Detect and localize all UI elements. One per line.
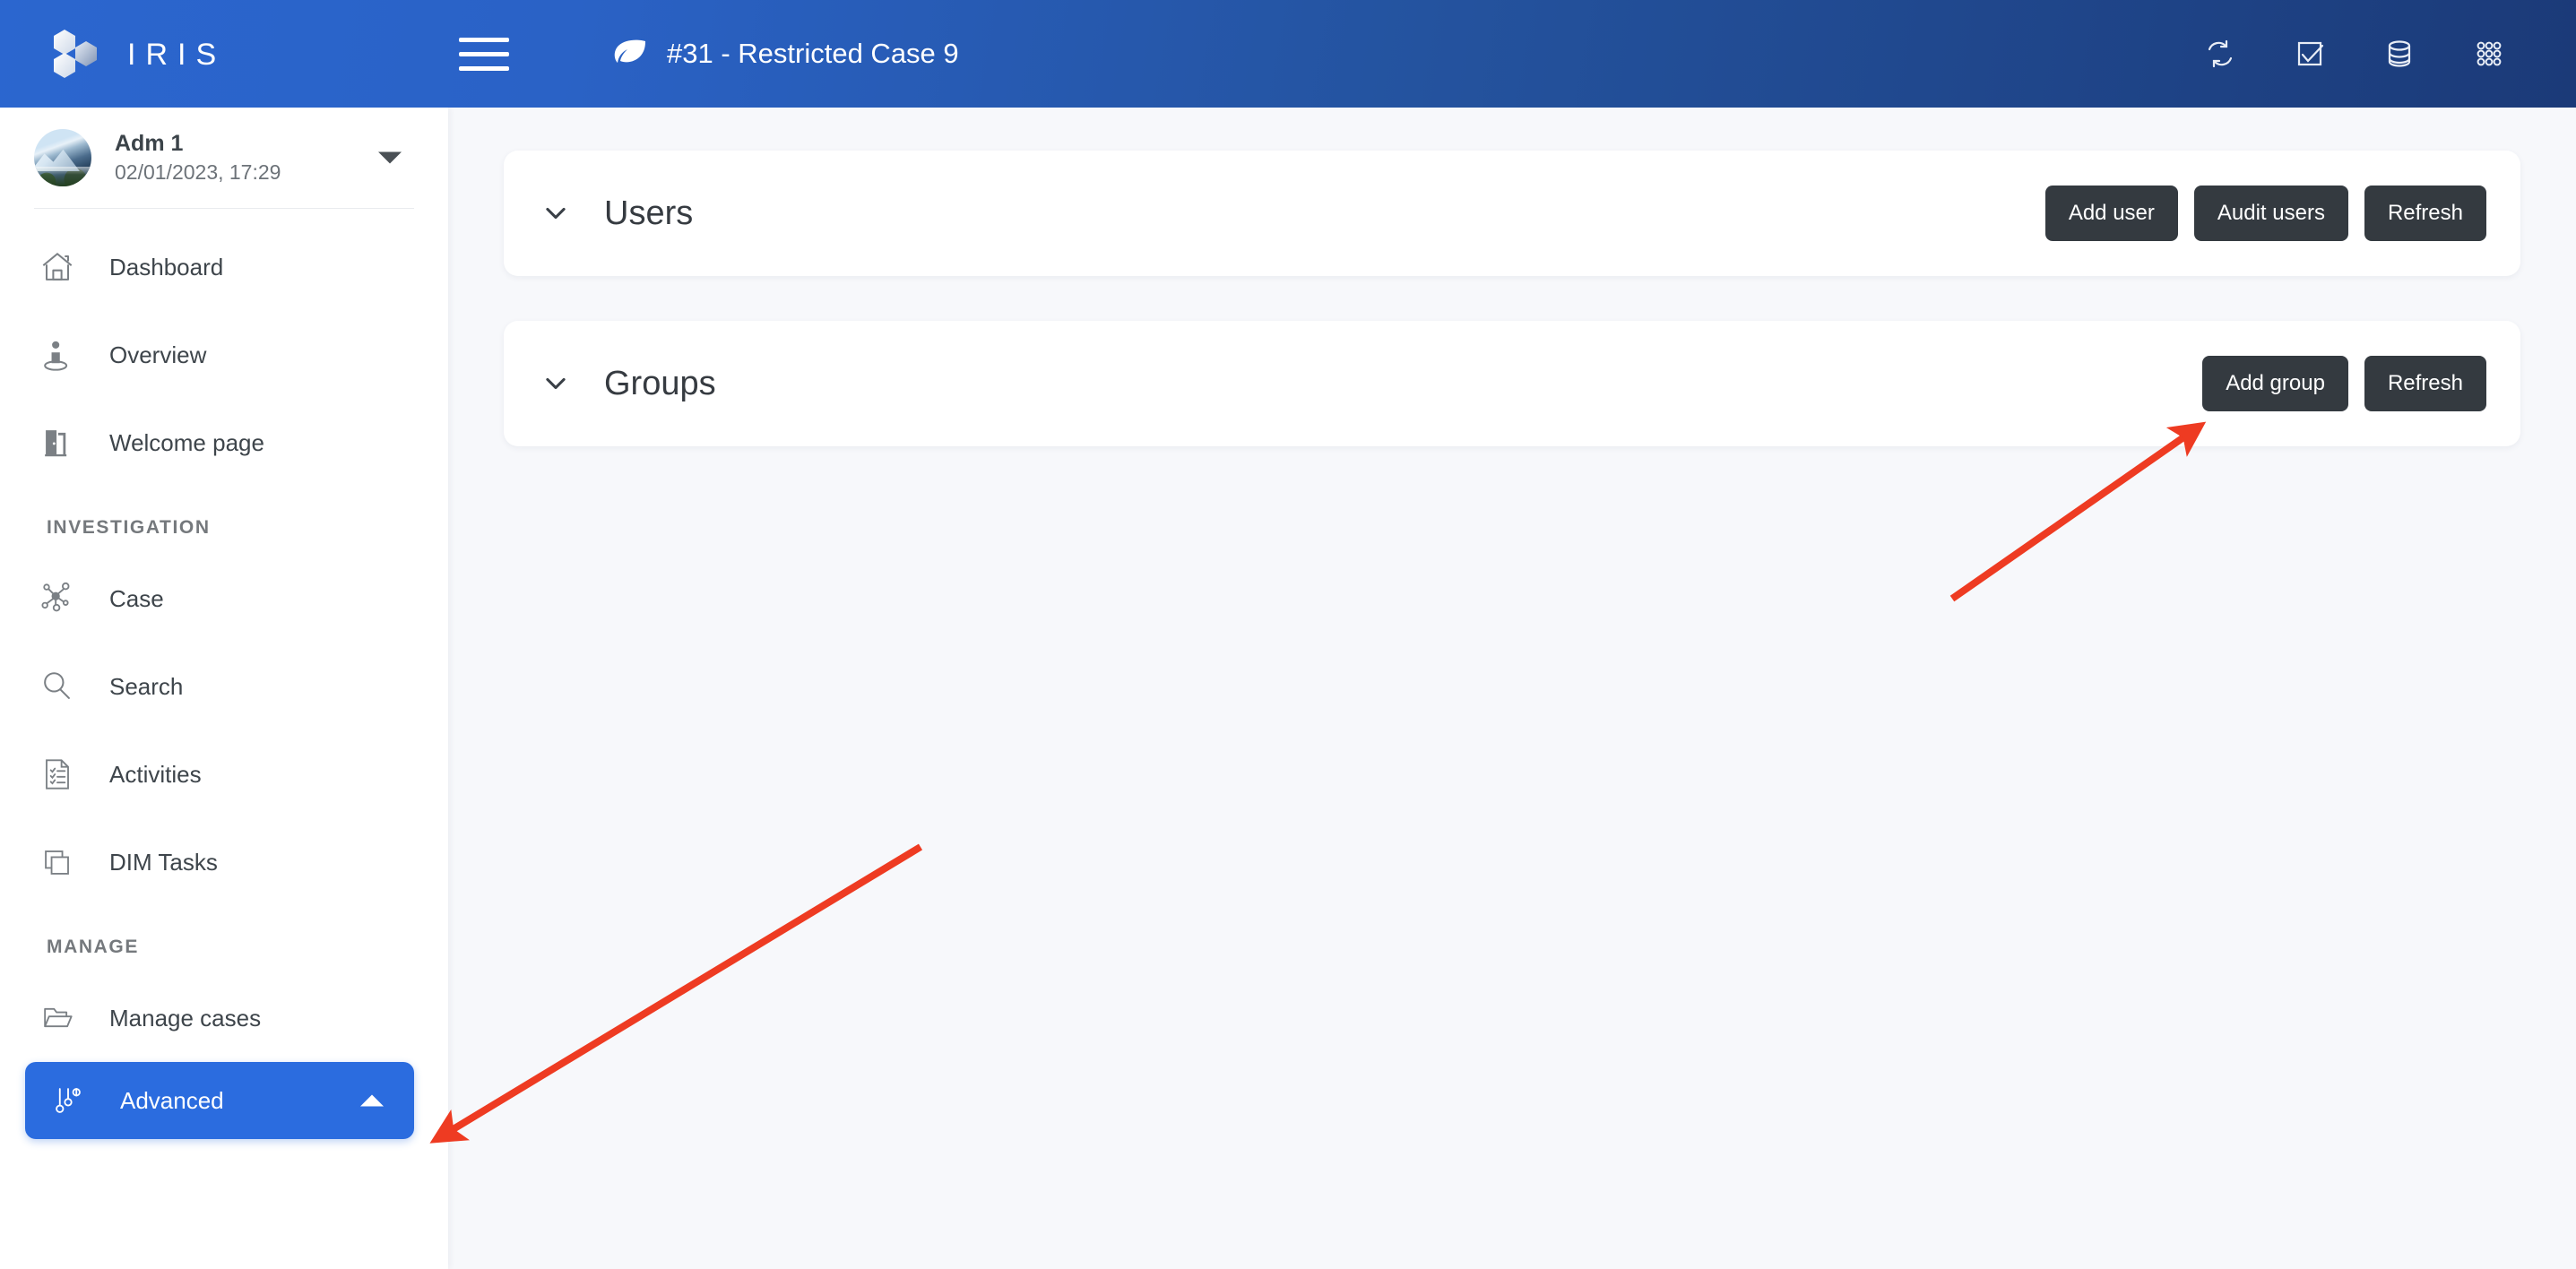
mountain-avatar: [34, 129, 91, 186]
sidebar-item-overview[interactable]: Overview: [0, 311, 448, 399]
sidebar-item-dashboard[interactable]: Dashboard: [0, 223, 448, 311]
brand-name: IRIS: [127, 37, 227, 72]
case-title-area[interactable]: #31 - Restricted Case 9: [613, 38, 959, 70]
profile-info: Adm 1 02/01/2023, 17:29: [115, 131, 281, 185]
refresh-groups-button[interactable]: Refresh: [2364, 356, 2486, 411]
sidebar-item-activities[interactable]: Activities: [0, 730, 448, 818]
home-icon: [34, 244, 81, 290]
sidebar-item-label: Case: [109, 584, 164, 612]
apps-grid-icon[interactable]: [2468, 33, 2510, 74]
sidebar-item-label: Manage cases: [109, 1004, 262, 1032]
sidebar-item-search[interactable]: Search: [0, 643, 448, 730]
chevron-down-icon[interactable]: [378, 151, 402, 164]
person-location-icon: [34, 332, 81, 378]
stacked-windows-icon: [34, 839, 81, 885]
leaf-icon: [613, 39, 647, 69]
sidebar-item-manage-cases[interactable]: Manage cases: [0, 974, 448, 1062]
users-card-actions: Add user Audit users Refresh: [2044, 186, 2486, 241]
sidebar-item-label: DIM Tasks: [109, 848, 218, 876]
tasks-checkbox-icon[interactable]: [2289, 33, 2330, 74]
sidebar-item-welcome-page[interactable]: Welcome page: [0, 399, 448, 487]
top-header-bar: IRIS #31 - Restricted Case 9: [0, 0, 2576, 108]
sidebar-section-manage: MANAGE: [47, 937, 139, 957]
refresh-users-button[interactable]: Refresh: [2364, 186, 2486, 241]
brand-area: IRIS: [0, 26, 448, 82]
user-profile[interactable]: Adm 1 02/01/2023, 17:29: [0, 108, 448, 208]
sidebar-item-label: Welcome page: [109, 428, 264, 456]
groups-card: Groups Add group Refresh: [504, 321, 2520, 446]
network-graph-icon: [34, 575, 81, 622]
hamburger-menu-icon[interactable]: [459, 30, 516, 78]
sidebar-item-dim-tasks[interactable]: DIM Tasks: [0, 818, 448, 906]
add-user-button[interactable]: Add user: [2044, 186, 2178, 241]
hexagon-logo-icon: [52, 26, 108, 82]
profile-name: Adm 1: [115, 131, 184, 156]
sidebar-item-label: Dashboard: [109, 253, 224, 281]
users-card-title: Users: [604, 194, 694, 232]
checklist-document-icon: [34, 751, 81, 798]
sidebar-nav: Dashboard Overview Welcome page INVESTIG…: [0, 209, 448, 1139]
header-actions: [2200, 33, 2576, 74]
sidebar-item-label: Advanced: [120, 1086, 224, 1114]
sidebar-item-advanced[interactable]: Advanced: [25, 1062, 414, 1139]
groups-card-actions: Add group Refresh: [2202, 356, 2486, 411]
sidebar-section-investigation: INVESTIGATION: [47, 517, 211, 538]
users-card: Users Add user Audit users Refresh: [504, 151, 2520, 276]
app-root: IRIS #31 - Restricted Case 9 Adm 1 02/01…: [0, 0, 2576, 1269]
profile-date: 02/01/2023, 17:29: [115, 160, 281, 184]
main-content: Users Add user Audit users Refresh Group…: [448, 108, 2576, 1269]
audit-users-button[interactable]: Audit users: [2193, 186, 2348, 241]
sidebar-item-label: Activities: [109, 760, 202, 788]
folder-icon: [34, 995, 81, 1041]
database-icon[interactable]: [2379, 33, 2420, 74]
groups-card-title: Groups: [604, 364, 716, 402]
chevron-down-icon[interactable]: [536, 194, 575, 233]
chevron-down-icon[interactable]: [536, 364, 575, 403]
chevron-up-icon: [360, 1094, 384, 1107]
sync-icon[interactable]: [2200, 33, 2241, 74]
door-icon: [34, 419, 81, 466]
sidebar: Adm 1 02/01/2023, 17:29 Dashboard Overvi…: [0, 108, 448, 1269]
sidebar-item-label: Search: [109, 672, 184, 700]
case-title-text: #31 - Restricted Case 9: [667, 38, 959, 69]
sidebar-item-case[interactable]: Case: [0, 555, 448, 643]
magnifier-icon: [34, 663, 81, 710]
add-group-button[interactable]: Add group: [2202, 356, 2348, 411]
sidebar-item-label: Overview: [109, 341, 207, 368]
sliders-icon: [45, 1077, 91, 1124]
